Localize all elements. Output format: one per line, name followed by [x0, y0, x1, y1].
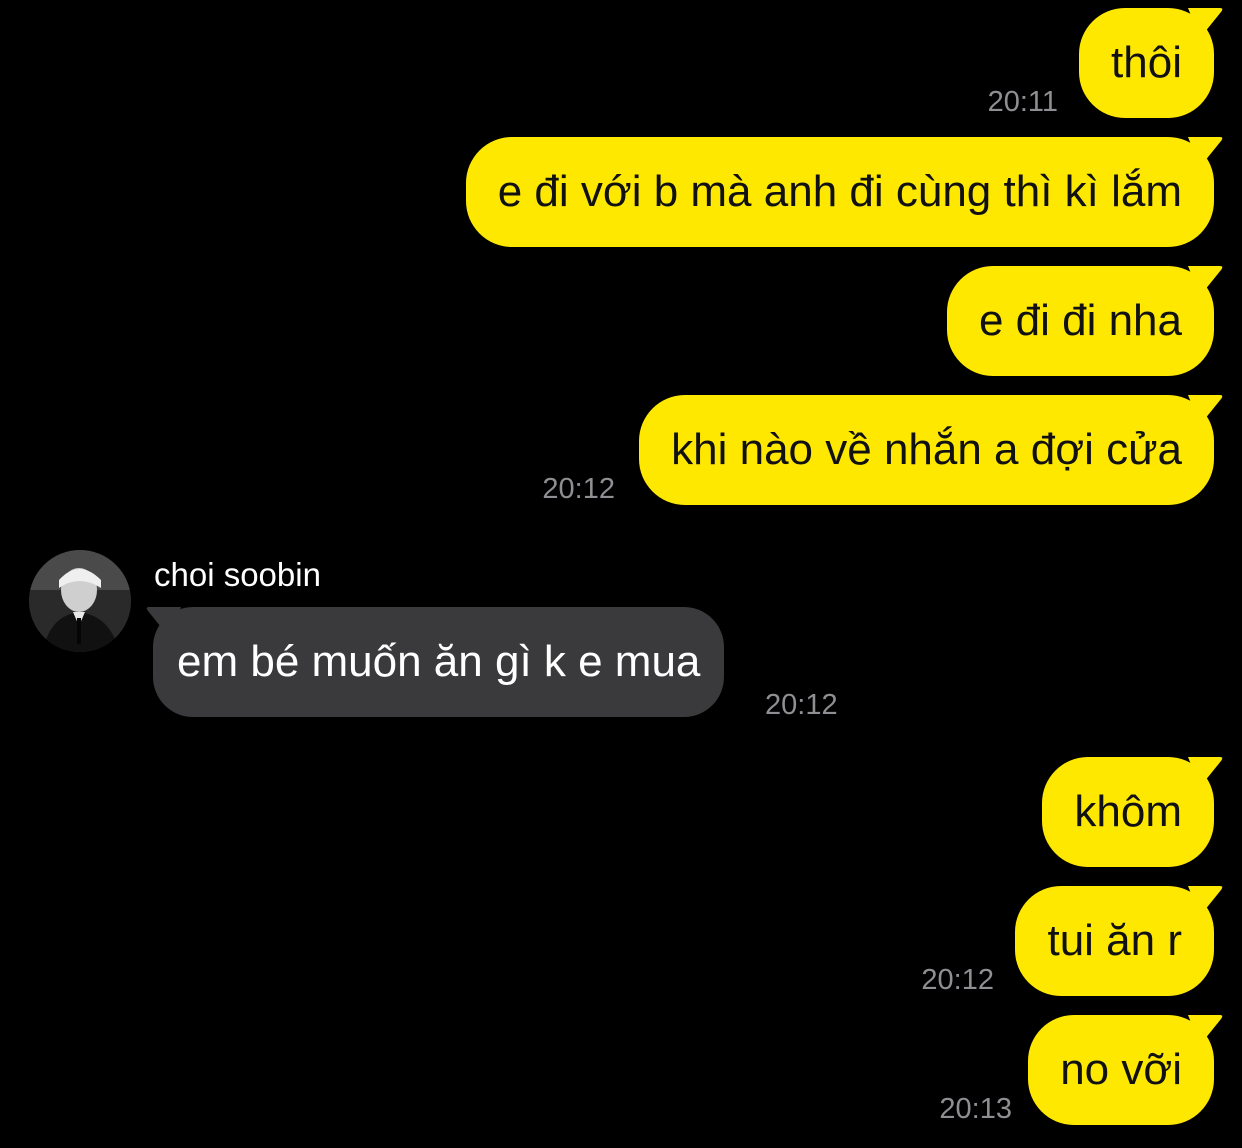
- bubble-tail: [1188, 8, 1223, 38]
- message-timestamp: 20:12: [921, 964, 994, 996]
- profile-photo-icon: [29, 550, 131, 652]
- message-timestamp: 20:12: [542, 473, 615, 505]
- outgoing-message-bubble[interactable]: khôm: [1042, 757, 1223, 867]
- message-timestamp: 20:11: [987, 86, 1058, 118]
- outgoing-message-bubble[interactable]: no vỡi: [1028, 1015, 1223, 1125]
- chat-thread[interactable]: thôi 20:11 e đi với b mà anh đi cùng thì…: [0, 0, 1242, 1148]
- outgoing-message-bubble[interactable]: e đi với b mà anh đi cùng thì kì lắm: [465, 137, 1223, 247]
- bubble-tail: [1188, 1015, 1223, 1045]
- bubble-tail: [1188, 137, 1223, 167]
- message-text: tui ăn r: [1047, 916, 1182, 965]
- outgoing-message-bubble[interactable]: e đi đi nha: [946, 266, 1223, 376]
- avatar[interactable]: [29, 550, 131, 652]
- message-text: no vỡi: [1060, 1045, 1182, 1094]
- message-timestamp: 20:13: [939, 1093, 1012, 1125]
- message-text: em bé muốn ăn gì k e mua: [177, 637, 701, 686]
- outgoing-message-bubble[interactable]: thôi: [1079, 8, 1223, 118]
- message-text: khi nào về nhắn a đợi cửa: [671, 425, 1182, 474]
- outgoing-message-bubble[interactable]: tui ăn r: [1015, 886, 1223, 996]
- message-text: khôm: [1074, 787, 1182, 836]
- incoming-message-bubble[interactable]: em bé muốn ăn gì k e mua: [146, 607, 725, 717]
- bubble-tail: [1188, 757, 1223, 787]
- message-text: e đi đi nha: [978, 296, 1182, 345]
- message-text: thôi: [1111, 38, 1182, 87]
- message-timestamp: 20:12: [765, 689, 838, 721]
- sender-name: choi soobin: [154, 556, 321, 593]
- message-text: e đi với b mà anh đi cùng thì kì lắm: [497, 167, 1182, 216]
- outgoing-message-bubble[interactable]: khi nào về nhắn a đợi cửa: [639, 395, 1223, 505]
- bubble-tail: [1188, 266, 1223, 296]
- bubble-tail: [1188, 886, 1223, 916]
- bubble-tail: [1188, 395, 1223, 425]
